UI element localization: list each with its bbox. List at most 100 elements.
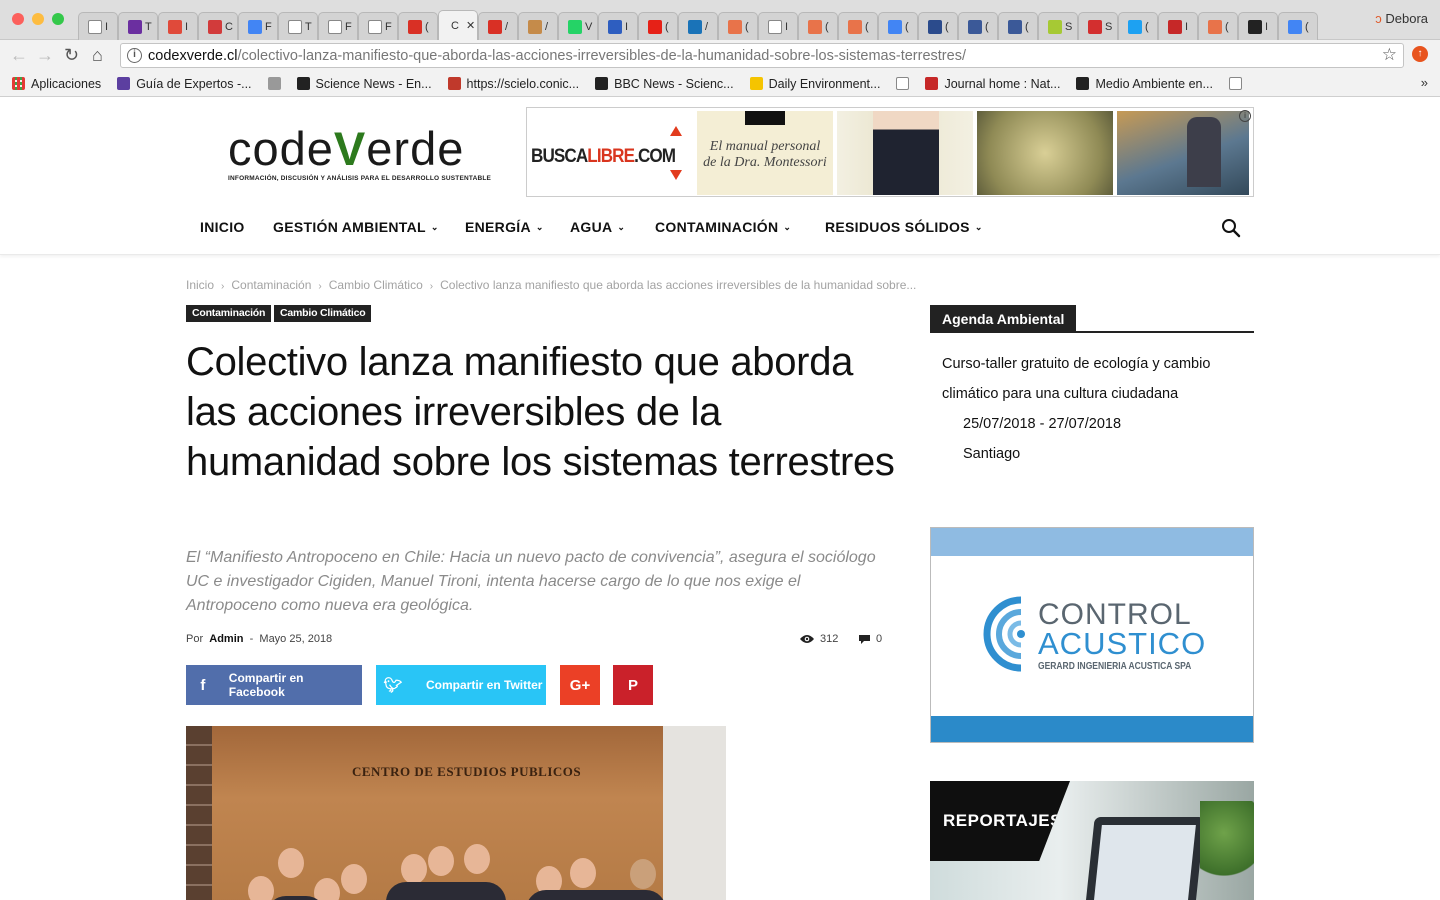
browser-tab[interactable]: I [78,12,118,40]
breadcrumb-link-inicio[interactable]: Inicio [186,278,214,292]
share-pinterest-button[interactable]: P [613,665,653,705]
browser-tab[interactable]: ( [878,12,918,40]
bookmark-label: Aplicaciones [31,76,102,91]
photo-person [428,846,454,876]
reportajes-block[interactable]: REPORTAJES [930,781,1254,900]
bookmark-item[interactable] [267,77,281,90]
breadcrumb-link-contaminacion[interactable]: Contaminación [231,278,311,292]
browser-tab[interactable]: F [318,12,358,40]
bookmark-item[interactable] [1228,77,1242,90]
ad-info-icon[interactable]: i [1239,110,1251,122]
bookmark-item[interactable]: Guía de Expertos -... [117,77,252,91]
browser-tab[interactable]: ( [398,12,438,40]
nav-item-energia[interactable]: ENERGÍA ⌄ [465,219,544,235]
nav-item-contaminacion[interactable]: CONTAMINACIÓN ⌄ [655,219,791,235]
close-tab-icon[interactable]: ✕ [466,19,475,32]
browser-tab-active[interactable]: C ✕ [438,10,478,40]
bookmark-item[interactable]: Medio Ambiente en... [1076,77,1213,91]
browser-tab[interactable]: ( [918,12,958,40]
browser-tab[interactable]: ( [1118,12,1158,40]
browser-tab[interactable]: / [478,12,518,40]
article-featured-image[interactable]: CENTRO DE ESTUDIOS PUBLICOS [186,726,726,900]
browser-tab[interactable]: ( [1198,12,1238,40]
bookmark-item[interactable] [896,77,910,90]
category-tag-cambio-climatico[interactable]: Cambio Climático [274,305,372,322]
back-button[interactable]: ← [10,45,28,66]
reload-button[interactable]: ↻ [64,45,79,66]
zoom-window-button[interactable] [52,13,64,25]
author-link[interactable]: Admin [209,633,243,645]
header-ad-banner[interactable]: BUSCALIBRE.COM El manual personal de la … [526,107,1254,197]
share-googleplus-button[interactable]: G+ [560,665,600,705]
nav-item-gestion-ambiental[interactable]: GESTIÓN AMBIENTAL ⌄ [273,219,439,235]
doc-icon [328,19,342,34]
browser-tab[interactable]: ( [1278,12,1318,40]
browser-tab[interactable]: T [118,12,158,40]
category-tag-contaminacion[interactable]: Contaminación [186,305,272,322]
bookmark-item[interactable]: Daily Environment... [749,77,880,91]
comment-count[interactable]: 0 [858,633,882,645]
ad-book-cover[interactable] [977,111,1113,195]
browser-tab[interactable]: ( [638,12,678,40]
site-logo[interactable]: codeVerde INFORMACIÓN, DISCUSIÓN Y ANÁLI… [228,125,491,183]
profile-button[interactable]: ↄ Debora [1375,11,1428,26]
bookmark-item[interactable]: https://scielo.conic... [447,77,579,91]
search-icon[interactable] [1221,218,1241,238]
browser-tab[interactable]: I [598,12,638,40]
site-info-icon[interactable]: i [127,48,142,63]
more-bookmarks-icon[interactable]: » [1421,75,1428,90]
ad-prev-arrow-icon[interactable] [670,126,682,136]
bookmark-item[interactable]: Aplicaciones [12,77,101,91]
photo-body [526,890,666,900]
bookmark-item[interactable]: Science News - En... [296,77,432,91]
home-button[interactable]: ⌂ [92,45,103,66]
browser-tab[interactable]: ( [718,12,758,40]
browser-tab[interactable]: S [1078,12,1118,40]
address-bar[interactable]: i codexverde.cl/colectivo-lanza-manifies… [120,43,1404,68]
bookmark-item[interactable]: BBC News - Scienc... [595,77,734,91]
ad-top-band [931,528,1253,556]
bookmark-item[interactable]: Journal home : Nat... [925,77,1060,91]
agenda-event-title[interactable]: Curso-taller gratuito de ecología y camb… [942,349,1242,409]
nav-item-residuos-solidos[interactable]: RESIDUOS SÓLIDOS ⌄ [825,219,983,235]
close-window-button[interactable] [12,13,24,25]
nav-item-agua[interactable]: AGUA ⌄ [570,219,625,235]
ad-book-cover[interactable] [837,111,973,195]
browser-tab[interactable]: F [238,12,278,40]
browser-tab[interactable]: ( [838,12,878,40]
ad-book-cover[interactable]: El manual personal de la Dra. Montessori [697,111,833,195]
share-twitter-button[interactable]: 🐦︎ Compartir en Twitter [376,665,546,705]
tab-title: ( [1225,20,1229,33]
browser-tab[interactable]: ( [998,12,1038,40]
browser-tab[interactable]: / [678,12,718,40]
photo-person [401,854,427,884]
browser-tab[interactable]: / [518,12,558,40]
tab-title: F [345,20,352,33]
browser-tab[interactable]: ( [958,12,998,40]
browser-tab[interactable]: I [758,12,798,40]
forward-button[interactable]: → [36,45,54,66]
minimize-window-button[interactable] [32,13,44,25]
extension-icon[interactable]: ↑ [1412,46,1428,62]
chevron-down-icon: ⌄ [617,222,626,232]
nav-item-inicio[interactable]: INICIO [200,219,245,235]
share-facebook-button[interactable]: f Compartir en Facebook [186,665,362,705]
browser-tab[interactable]: I [158,12,198,40]
browser-tab[interactable]: S [1038,12,1078,40]
ad-next-arrow-icon[interactable] [670,170,682,180]
browser-tab[interactable]: C [198,12,238,40]
bookmark-star-icon[interactable]: ☆ [1382,45,1397,65]
nav-label: RESIDUOS SÓLIDOS [825,219,970,235]
browser-tab[interactable]: T [278,12,318,40]
breadcrumb-link-cambio-climatico[interactable]: Cambio Climático [329,278,423,292]
browser-tab[interactable]: I [1238,12,1278,40]
facebook-icon: f [200,676,206,694]
chevron-down-icon: ⌄ [535,222,544,232]
browser-tab[interactable]: F [358,12,398,40]
photo-bookshelf [186,726,212,900]
sidebar-ad-control-acustico[interactable]: CONTROL ACUSTICO GERARD INGENIERIA ACUST… [930,527,1254,743]
browser-tab[interactable]: ( [798,12,838,40]
browser-tab[interactable]: I [1158,12,1198,40]
browser-tab[interactable]: V [558,12,598,40]
ad-book-cover[interactable] [1117,111,1249,195]
